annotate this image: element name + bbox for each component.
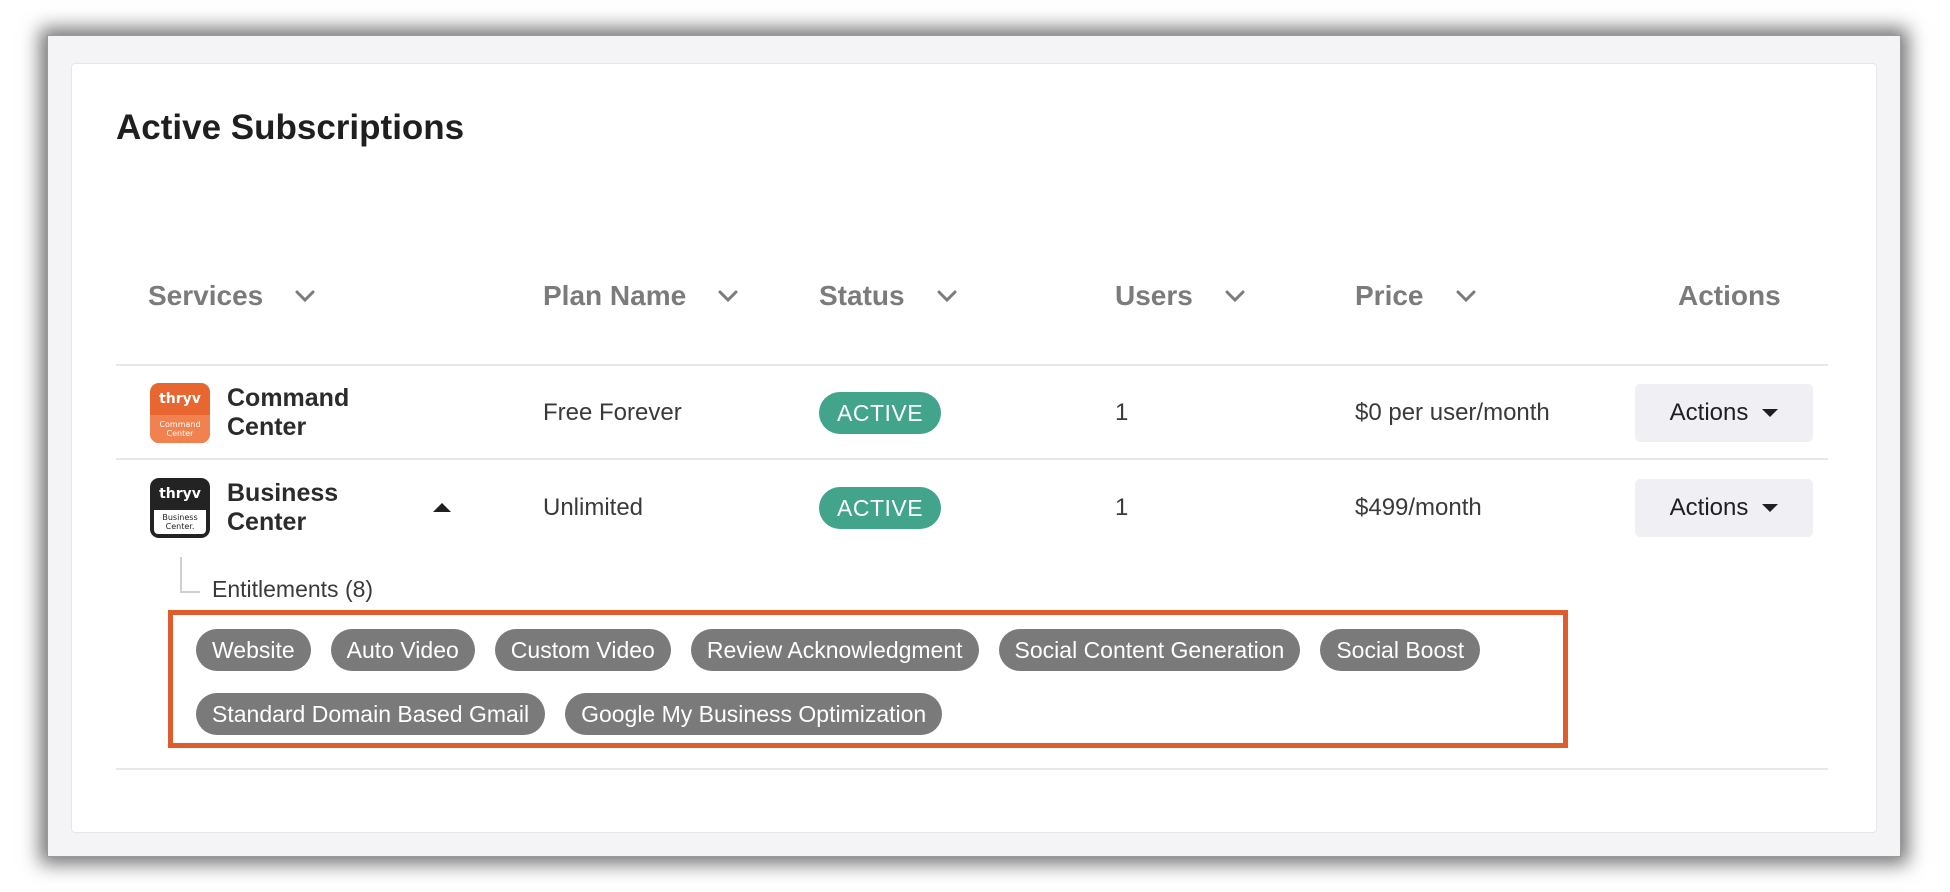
column-header-label: Plan Name: [543, 280, 687, 311]
row-divider: [116, 458, 1828, 460]
logo-subtext: Command Center: [150, 415, 210, 443]
actions-dropdown-button[interactable]: Actions: [1635, 384, 1813, 442]
service-name-line: Center: [227, 413, 307, 441]
column-header-label: Services: [148, 280, 264, 311]
service-name-line: Command: [227, 384, 350, 412]
entitlement-chip: Social Content Generation: [998, 629, 1301, 671]
chevron-down-icon[interactable]: [293, 284, 317, 308]
column-header-services[interactable]: Services: [148, 276, 317, 316]
plan-name: Free Forever: [543, 399, 682, 426]
price: $499/month: [1355, 494, 1482, 521]
entitlement-chip: Social Boost: [1320, 629, 1481, 671]
caret-down-icon: [1762, 409, 1779, 417]
column-header-price[interactable]: Price: [1355, 276, 1478, 316]
plan-name: Unlimited: [543, 494, 644, 521]
service-name[interactable]: Business Center: [227, 479, 338, 537]
actions-button-label: Actions: [1669, 494, 1749, 521]
column-header-label: Price: [1355, 280, 1424, 311]
column-header-users[interactable]: Users: [1115, 276, 1247, 316]
entitlement-chip: Review Acknowledgment: [690, 629, 979, 671]
page-title: Active Subscriptions: [116, 108, 465, 147]
tree-connector: [180, 557, 200, 593]
command-center-logo: thryv Command Center: [150, 383, 210, 443]
column-header-actions: Actions: [1678, 276, 1781, 316]
service-name-line: Center: [227, 508, 307, 536]
entitlements-list: Website Auto Video Custom Video Review A…: [196, 629, 1556, 757]
actions-dropdown-button[interactable]: Actions: [1635, 479, 1813, 537]
logo-brand: thryv: [159, 391, 201, 407]
users-count: 1: [1115, 399, 1129, 426]
status-badge: ACTIVE: [819, 487, 942, 529]
entitlement-chip: Auto Video: [330, 629, 475, 671]
entitlement-chip: Custom Video: [494, 629, 671, 671]
service-name[interactable]: Command Center: [227, 384, 349, 442]
chevron-down-icon[interactable]: [1223, 284, 1247, 308]
chevron-down-icon[interactable]: [935, 284, 959, 308]
caret-up-icon[interactable]: [433, 503, 451, 512]
entitlements-label: Entitlements (8): [212, 576, 374, 602]
column-header-label: Status: [819, 280, 905, 311]
users-count: 1: [1115, 494, 1129, 521]
entitlement-chip: Google My Business Optimization: [565, 693, 943, 735]
entitlement-chip: Standard Domain Based Gmail: [196, 693, 546, 735]
entitlement-chip: Website: [196, 629, 311, 671]
price: $0 per user/month: [1355, 399, 1550, 426]
status-badge: ACTIVE: [819, 392, 942, 434]
header-divider: [116, 364, 1828, 366]
logo-brand: thryv: [159, 486, 201, 502]
chevron-down-icon[interactable]: [1454, 284, 1478, 308]
chevron-down-icon[interactable]: [716, 284, 740, 308]
column-header-label: Users: [1115, 280, 1193, 311]
actions-button-label: Actions: [1669, 399, 1749, 426]
table-bottom-divider: [116, 768, 1828, 770]
column-header-plan-name[interactable]: Plan Name: [543, 276, 740, 316]
column-header-label: Actions: [1678, 280, 1781, 311]
caret-down-icon: [1762, 504, 1779, 512]
service-name-line: Business: [227, 479, 339, 507]
column-header-status[interactable]: Status: [819, 276, 959, 316]
logo-subtext: Business Center.: [154, 510, 206, 534]
business-center-logo: thryv Business Center.: [150, 478, 210, 538]
